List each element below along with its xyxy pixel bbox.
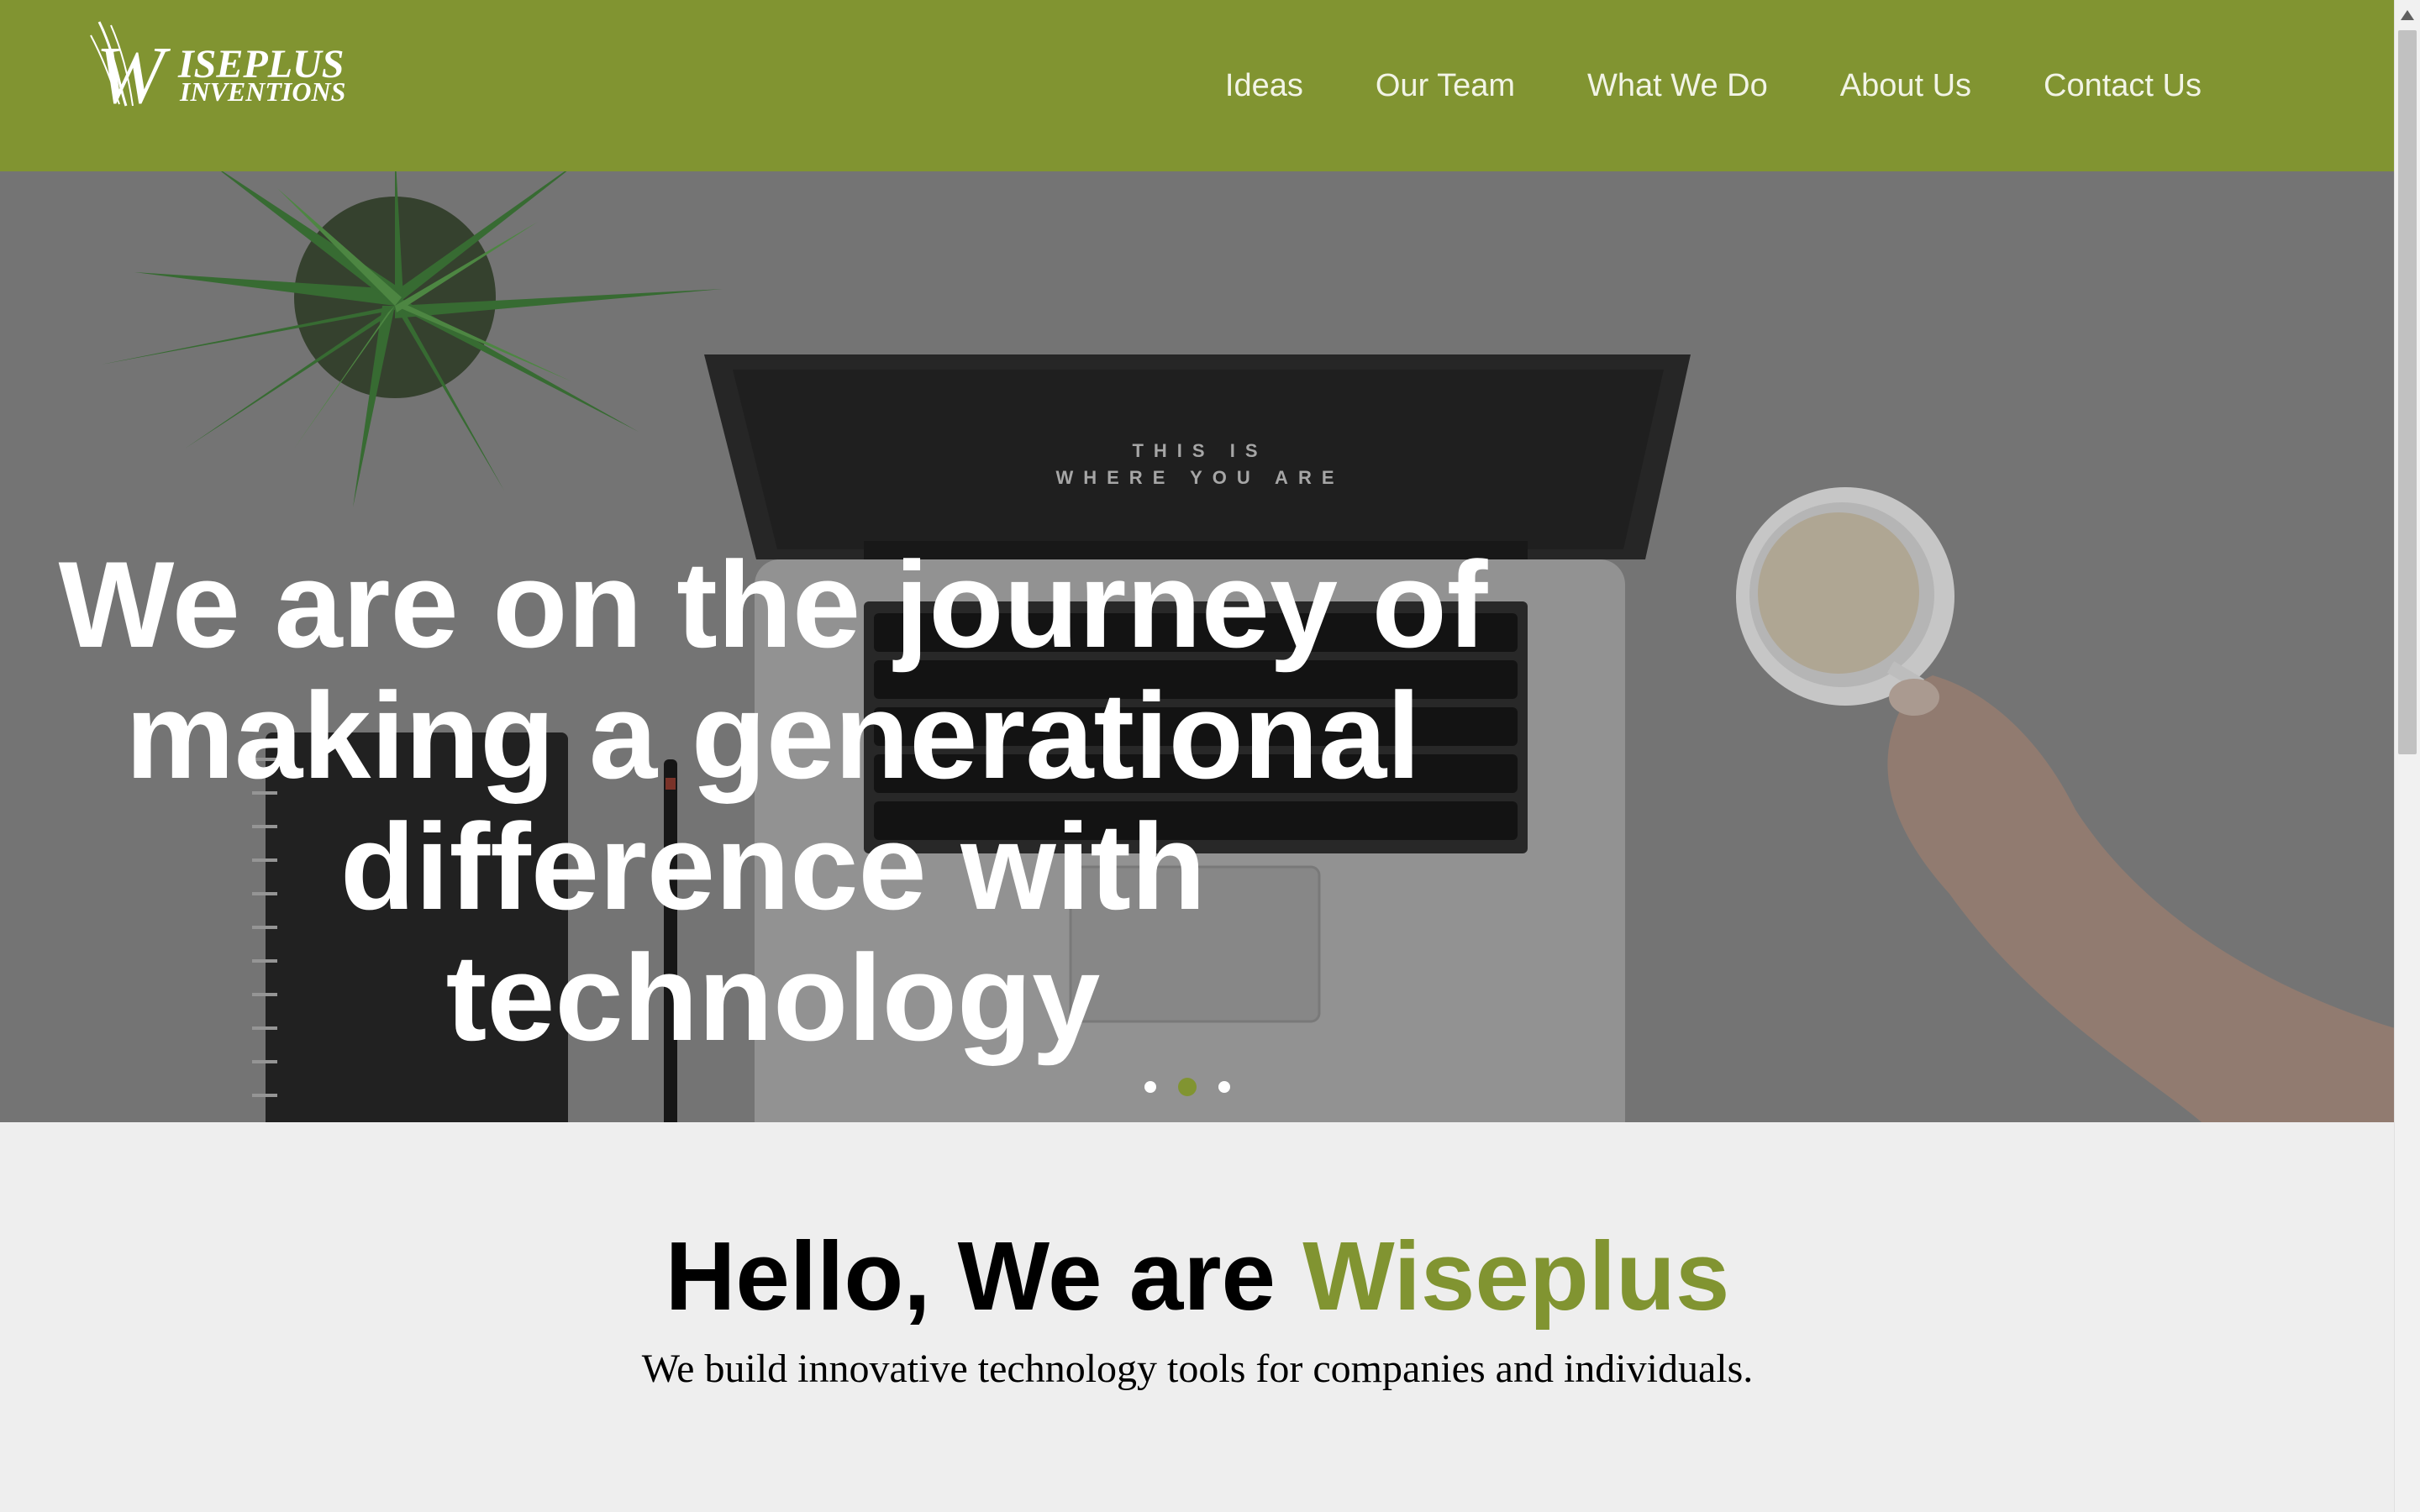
nav-link-about-us[interactable]: About Us: [1840, 68, 1971, 104]
carousel-dot-2-active[interactable]: [1178, 1078, 1197, 1096]
logo-monogram: W: [96, 30, 171, 111]
intro-heading: Hello, We are Wiseplus: [0, 1221, 2395, 1331]
intro-subtitle: We build innovative technology tools for…: [641, 1347, 1754, 1391]
nav-link-our-team[interactable]: Our Team: [1376, 68, 1515, 104]
intro-heading-prefix: Hello, We are: [665, 1221, 1303, 1331]
hero-headline: We are on the journey of making a genera…: [58, 536, 1488, 1066]
nav-link-what-we-do[interactable]: What We Do: [1587, 68, 1768, 104]
logo-line-2: INVENTIONS: [179, 76, 345, 107]
carousel-dot-1[interactable]: [1144, 1081, 1156, 1093]
hero-carousel: THIS IS WHERE YOU ARE We are on the jour…: [0, 171, 2395, 1122]
nav-link-ideas[interactable]: Ideas: [1225, 68, 1303, 104]
page-scrollbar[interactable]: [2394, 0, 2420, 1512]
intro-section: Hello, We are Wiseplus We build innovati…: [0, 1122, 2395, 1512]
scroll-thumb[interactable]: [2398, 30, 2417, 754]
page: W ISEPLUS INVENTIONS Ideas Our Team What…: [0, 0, 2420, 1512]
carousel-indicators: [1144, 1077, 1230, 1097]
site-logo[interactable]: W ISEPLUS INVENTIONS: [89, 18, 375, 121]
top-navbar: W ISEPLUS INVENTIONS Ideas Our Team What…: [0, 0, 2395, 171]
intro-heading-brand: Wiseplus: [1302, 1221, 1730, 1331]
main-nav: Ideas Our Team What We Do About Us Conta…: [1225, 0, 2202, 171]
scroll-up-arrow-icon[interactable]: [2401, 10, 2414, 20]
nav-link-contact-us[interactable]: Contact Us: [2044, 68, 2202, 104]
carousel-dot-3[interactable]: [1218, 1081, 1230, 1093]
